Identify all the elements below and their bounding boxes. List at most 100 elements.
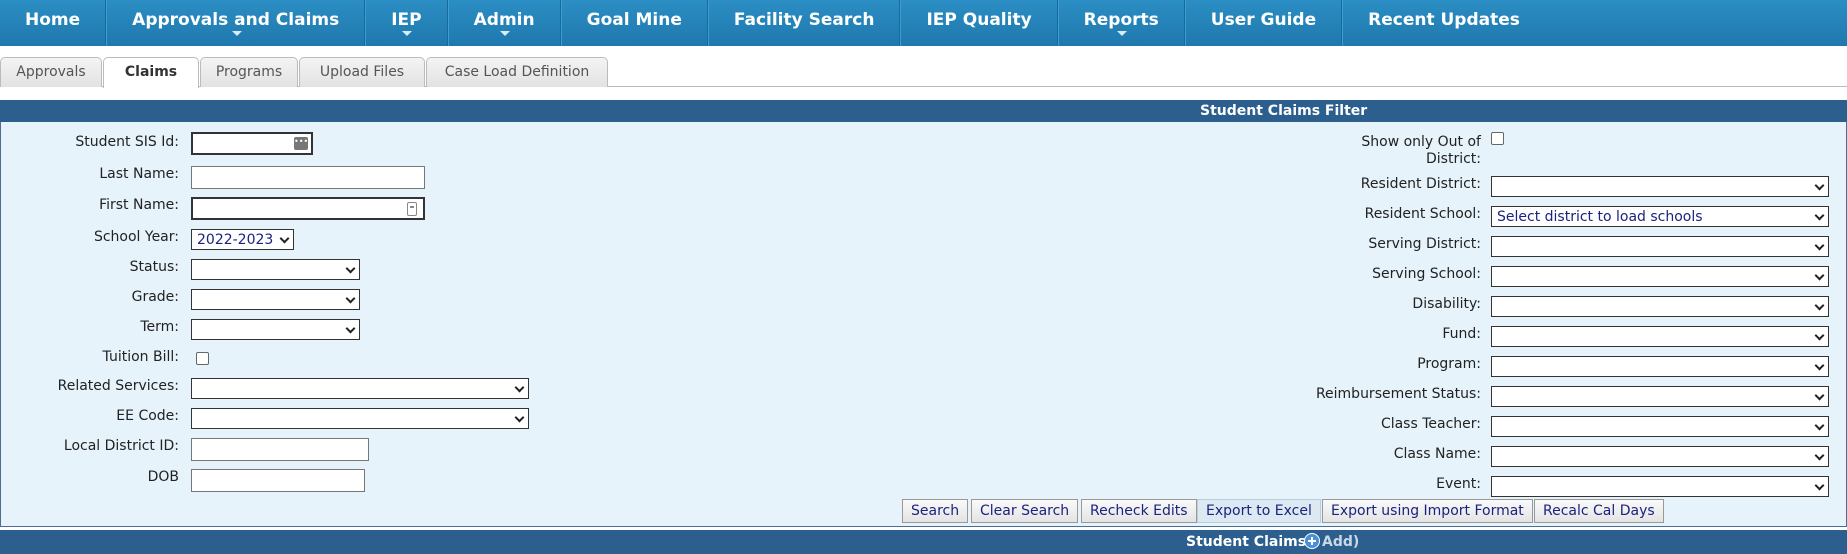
resident-school-label: Resident School: (1364, 206, 1481, 222)
term-select[interactable] (191, 319, 360, 340)
class-teacher-select[interactable] (1491, 416, 1829, 437)
nav-facility-search[interactable]: Facility Search (707, 0, 901, 46)
school-year-label: School Year: (93, 229, 179, 245)
caret-down-icon (500, 31, 511, 36)
chevron-down-icon (279, 233, 290, 244)
nav-recent-updates-label: Recent Updates (1368, 10, 1520, 30)
nav-admin[interactable]: Admin (447, 0, 561, 46)
tuition-bill-label: Tuition Bill: (102, 349, 179, 365)
chevron-down-icon (1814, 450, 1825, 461)
related-services-select[interactable] (191, 378, 529, 399)
ee-code-select[interactable] (191, 408, 529, 429)
nav-iep[interactable]: IEP (365, 0, 448, 46)
out-of-district-label-2: District: (1425, 151, 1481, 167)
reimbursement-status-select[interactable] (1491, 386, 1829, 407)
nav-approvals-and-claims[interactable]: Approvals and Claims (106, 0, 366, 46)
chevron-down-icon (1814, 420, 1825, 431)
export-to-excel-button[interactable]: Export to Excel (1197, 499, 1321, 523)
chevron-down-icon (1814, 240, 1825, 251)
ellipsis-icon[interactable]: ••• (294, 137, 308, 150)
chevron-down-icon (514, 382, 525, 393)
caret-down-icon (231, 31, 242, 36)
recalc-cal-days-button[interactable]: Recalc Cal Days (1534, 499, 1664, 523)
nav-reports[interactable]: Reports (1057, 0, 1185, 46)
nav-facility-search-label: Facility Search (733, 10, 875, 30)
term-label: Term: (140, 319, 179, 335)
dob-input[interactable] (191, 469, 365, 492)
chevron-down-icon (345, 323, 356, 334)
chevron-down-icon (1814, 390, 1825, 401)
chevron-down-icon (1814, 330, 1825, 341)
grade-label: Grade: (131, 289, 179, 305)
school-year-value: 2022-2023 (197, 232, 274, 248)
serving-district-select[interactable] (1491, 236, 1829, 257)
reimbursement-status-label: Reimbursement Status: (1315, 386, 1481, 402)
chevron-down-icon (345, 293, 356, 304)
chevron-down-icon (1814, 210, 1825, 221)
search-button[interactable]: Search (902, 499, 969, 523)
out-of-district-checkbox[interactable] (1491, 132, 1504, 145)
disability-label: Disability: (1412, 296, 1481, 312)
last-name-label: Last Name: (99, 166, 179, 182)
first-name-input[interactable] (191, 197, 425, 220)
tab-claims[interactable]: Claims (103, 57, 199, 88)
serving-district-label: Serving District: (1368, 236, 1481, 252)
tab-approvals[interactable]: Approvals (0, 57, 102, 87)
first-name-label: First Name: (99, 197, 179, 213)
grade-select[interactable] (191, 289, 360, 310)
student-claims-title: Student Claims ( (1186, 534, 1318, 550)
program-select[interactable] (1491, 356, 1829, 377)
resident-district-label: Resident District: (1360, 176, 1481, 192)
nav-iep-quality[interactable]: IEP Quality (900, 0, 1058, 46)
plus-circle-icon (1304, 533, 1320, 549)
nav-home[interactable]: Home (0, 0, 107, 46)
fund-select[interactable] (1491, 326, 1829, 347)
chevron-down-icon (1814, 180, 1825, 191)
student-claims-header: Student Claims ( Add) (0, 530, 1847, 554)
export-import-format-button[interactable]: Export using Import Format (1322, 499, 1533, 523)
class-name-select[interactable] (1491, 446, 1829, 467)
contact-card-icon[interactable] (407, 202, 417, 216)
program-label: Program: (1417, 356, 1481, 372)
chevron-down-icon (1814, 480, 1825, 491)
nav-reports-label: Reports (1083, 10, 1159, 30)
tab-bar: Approvals Claims Programs Upload Files C… (0, 57, 1847, 88)
filter-title: Student Claims Filter (1200, 103, 1368, 119)
filter-header: Student Claims Filter (0, 100, 1847, 122)
tab-upload-files[interactable]: Upload Files (299, 57, 425, 87)
chevron-down-icon (514, 412, 525, 423)
resident-school-select[interactable]: Select district to load schools (1491, 206, 1829, 227)
local-district-id-input[interactable] (191, 438, 369, 461)
serving-school-select[interactable] (1491, 266, 1829, 287)
nav-iep-label: IEP (391, 10, 422, 30)
status-select[interactable] (191, 259, 360, 280)
caret-down-icon (402, 31, 413, 36)
add-label: Add) (1322, 534, 1360, 550)
tuition-bill-checkbox[interactable] (196, 352, 209, 365)
nav-admin-label: Admin (473, 10, 535, 30)
chevron-down-icon (345, 263, 356, 274)
tab-programs[interactable]: Programs (200, 57, 298, 87)
nav-goal-mine-label: Goal Mine (586, 10, 682, 30)
event-label: Event: (1436, 476, 1481, 492)
student-sis-id-label: Student SIS Id: (75, 134, 179, 150)
class-teacher-label: Class Teacher: (1380, 416, 1481, 432)
event-select[interactable] (1491, 476, 1829, 497)
nav-goal-mine[interactable]: Goal Mine (560, 0, 708, 46)
resident-district-select[interactable] (1491, 176, 1829, 197)
fund-label: Fund: (1442, 326, 1481, 342)
student-sis-id-input[interactable]: ••• (191, 132, 313, 155)
nav-user-guide-label: User Guide (1210, 10, 1317, 30)
tab-case-load-definition[interactable]: Case Load Definition (426, 57, 608, 87)
nav-user-guide[interactable]: User Guide (1184, 0, 1343, 46)
add-claim-button[interactable]: Add) (1304, 530, 1359, 554)
recheck-edits-button[interactable]: Recheck Edits (1081, 499, 1197, 523)
caret-down-icon (1117, 31, 1128, 36)
local-district-id-label: Local District ID: (63, 438, 179, 454)
nav-recent-updates[interactable]: Recent Updates (1342, 0, 1545, 46)
last-name-input[interactable] (191, 166, 425, 189)
school-year-select[interactable]: 2022-2023 (191, 229, 294, 250)
clear-search-button[interactable]: Clear Search (971, 499, 1079, 523)
ee-code-label: EE Code: (116, 408, 179, 424)
disability-select[interactable] (1491, 296, 1829, 317)
